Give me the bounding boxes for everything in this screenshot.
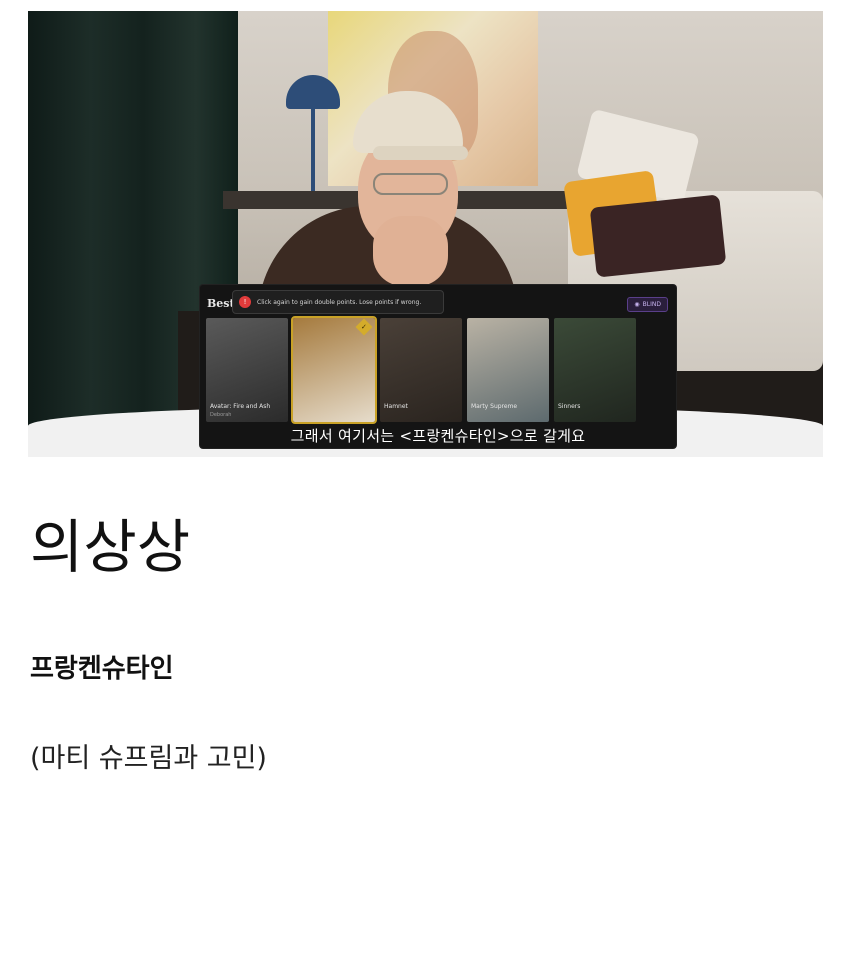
blind-button[interactable]: ◉ BLIND [627, 297, 668, 312]
category-heading: 의상상 [30, 513, 191, 581]
presenter-hand [373, 216, 448, 286]
eye-off-icon: ◉ [634, 301, 640, 308]
card-title: Marty Supreme [471, 403, 518, 410]
video-frame[interactable]: Best ! Click again to gain double points… [28, 11, 823, 457]
pillow [589, 194, 727, 278]
card-title: Hamnet [384, 403, 408, 410]
glasses [373, 173, 448, 195]
alert-icon: ! [239, 296, 251, 308]
winner-pick: 프랑켄슈타인 [30, 654, 174, 684]
lamp-stem [311, 107, 315, 191]
selected-check-icon: ✓ [355, 318, 373, 336]
nominee-card[interactable]: Avatar: Fire and Ash Deborah [206, 318, 288, 422]
prediction-overlay: Best ! Click again to gain double points… [200, 285, 676, 448]
overlay-title: Best [207, 297, 235, 310]
hint-toast: ! Click again to gain double points. Los… [232, 290, 444, 314]
nominee-card[interactable]: Sinners [554, 318, 636, 422]
card-title: Avatar: Fire and Ash [210, 403, 271, 410]
blind-label: BLIND [642, 301, 661, 308]
cap-brim [373, 146, 468, 160]
pick-note: (마티 슈프림과 고민) [30, 743, 267, 774]
card-subtitle: Deborah [210, 412, 232, 418]
nominee-card-selected[interactable]: ✓ [291, 316, 377, 424]
nominee-cards: Avatar: Fire and Ash Deborah ✓ Hamnet Ma… [206, 316, 670, 424]
nominee-card[interactable]: Marty Supreme [467, 318, 549, 422]
nominee-card[interactable]: Hamnet [380, 318, 462, 422]
toast-text: Click again to gain double points. Lose … [257, 298, 422, 306]
card-title: Sinners [558, 403, 581, 410]
video-subtitle: 그래서 여기서는 <프랑켄슈타인>으로 갈게요 [290, 427, 586, 445]
